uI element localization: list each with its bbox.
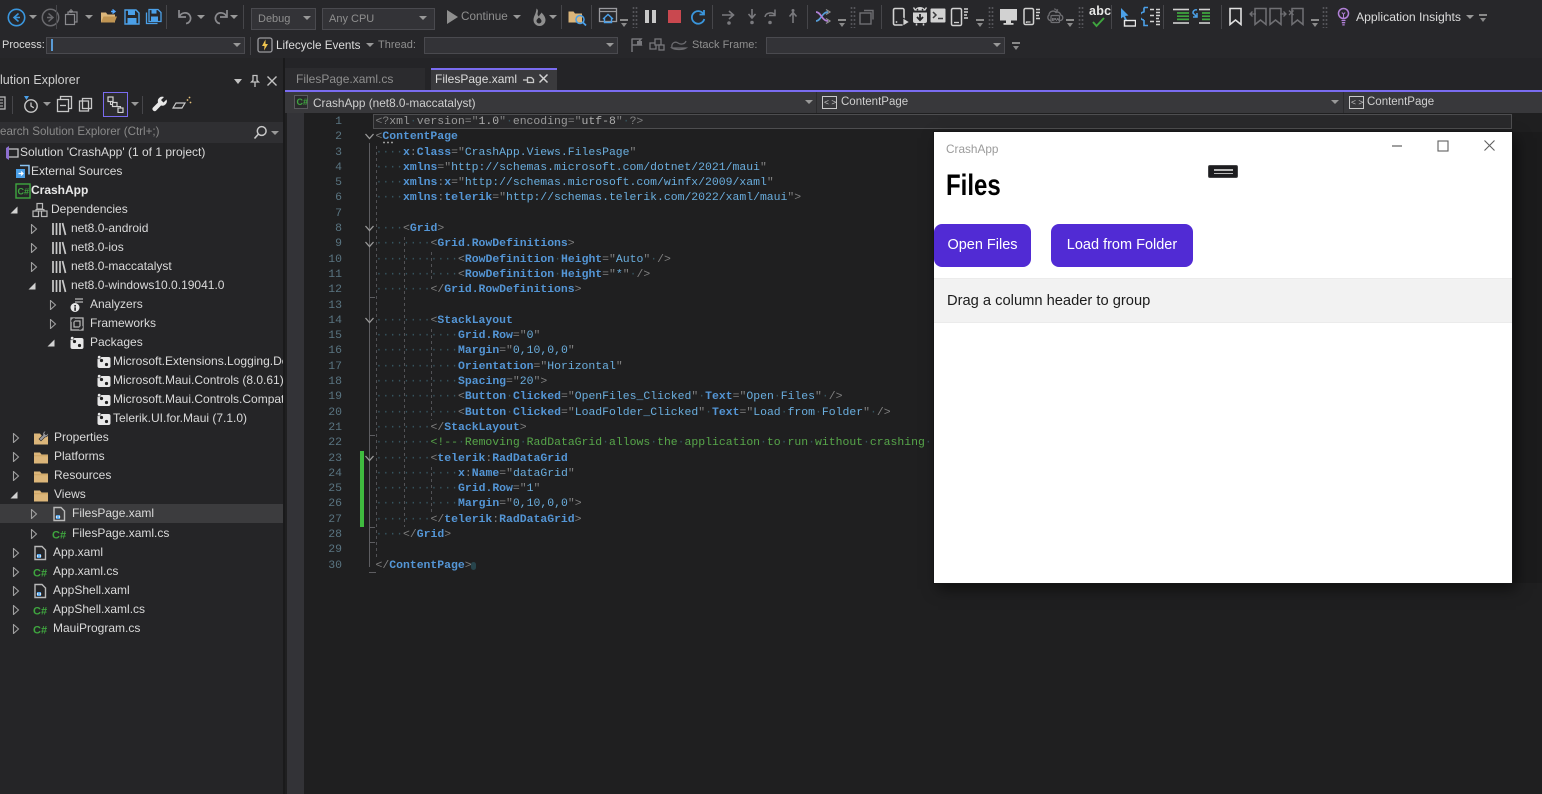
- svg-text:IPA: IPA: [1052, 17, 1060, 23]
- svg-text:C#: C#: [18, 186, 30, 196]
- svg-text:C#: C#: [33, 624, 47, 636]
- svg-text:C#: C#: [52, 529, 66, 541]
- svg-text:C#: C#: [33, 605, 47, 617]
- svg-text:C#: C#: [33, 567, 47, 579]
